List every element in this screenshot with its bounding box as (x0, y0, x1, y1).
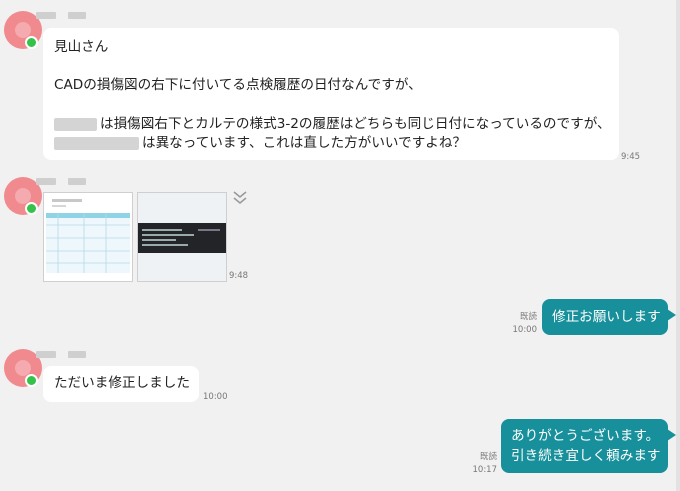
message-bubble-outgoing[interactable]: ありがとうございます。 引き続き宜しく頼みます (501, 419, 676, 473)
sender-name-redacted (36, 178, 86, 185)
message-text-line: CADの損傷図の右下に付いてる点検履歴の日付なんですが、 (54, 77, 422, 93)
sender-name-redacted (36, 12, 86, 19)
online-status-icon (25, 202, 38, 215)
sender-name-redacted (36, 351, 86, 358)
redacted-text (54, 136, 139, 150)
message-time: 9:45 (621, 152, 641, 162)
scrollbar[interactable] (676, 0, 680, 491)
message-bubble-outgoing[interactable]: 修正お願いします (542, 299, 676, 335)
message-text: 修正お願いします (552, 309, 661, 325)
message-text: ただいま修正しました (54, 375, 190, 391)
message-time: 10:00 (203, 392, 228, 402)
message-text-line: は損傷図右下とカルテの様式3-2の履歴はどちらも同じ日付になっているのですが、 (54, 115, 611, 134)
online-status-icon (25, 374, 38, 387)
redacted-text (54, 117, 97, 131)
message-time: 9:48 (229, 271, 249, 281)
message-read-status: 既読 10:00 (512, 312, 538, 335)
message-text-line: は異なっています、これは直した方がいいですよね？ (54, 134, 466, 153)
image-attachment[interactable] (137, 192, 227, 282)
spreadsheet-thumbnail (44, 193, 132, 281)
message-text-line: 見山さん (54, 39, 109, 55)
image-attachment[interactable] (43, 192, 133, 282)
online-status-icon (25, 36, 38, 49)
terminal-screenshot-thumbnail (138, 193, 226, 281)
chevron-double-down-icon[interactable] (233, 190, 247, 206)
message-bubble-incoming[interactable]: ただいま修正しました (43, 366, 199, 402)
message-text-line: ありがとうございます。 (511, 428, 660, 444)
message-bubble-incoming[interactable]: 見山さん CADの損傷図の右下に付いてる点検履歴の日付なんですが、 は損傷図右下… (43, 28, 619, 160)
message-read-status: 既読 10:17 (472, 452, 498, 475)
message-text-line: 引き続き宜しく頼みます (511, 448, 661, 464)
